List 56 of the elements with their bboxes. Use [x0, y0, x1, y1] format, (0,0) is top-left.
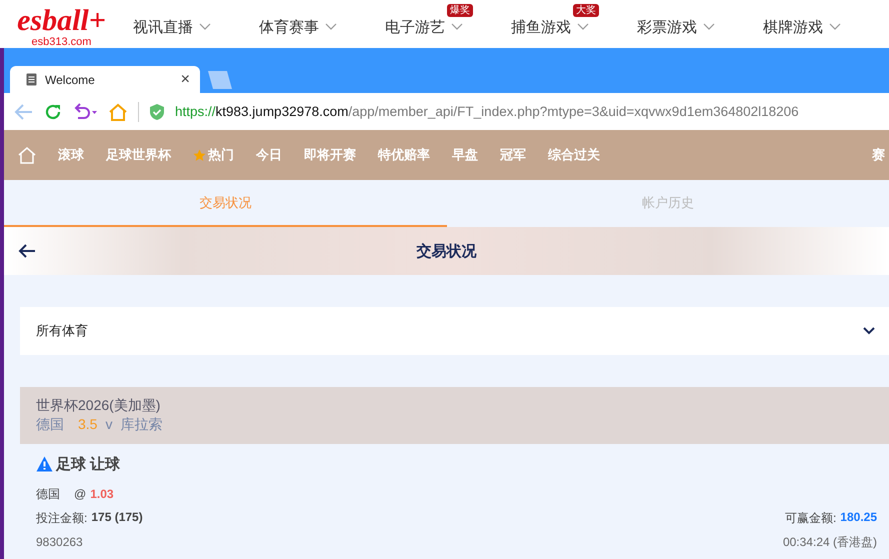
ticket-number: 9830263 — [36, 535, 83, 549]
site-nav-item[interactable]: 彩票游戏 — [637, 18, 763, 36]
stake-label: 投注金额: — [36, 510, 88, 526]
page-icon — [26, 73, 37, 86]
win-value: 180.25 — [840, 510, 877, 526]
chevron-icon — [199, 23, 211, 31]
team-name: 德国 — [36, 416, 64, 434]
sports-nav-item[interactable]: 热门 — [193, 146, 234, 164]
site-nav-item[interactable]: 棋牌游戏 — [763, 18, 889, 36]
stake-value: 175 (175) — [91, 510, 143, 526]
sports-nav-item[interactable]: 足球世界杯 — [106, 146, 171, 164]
chevron-icon — [863, 327, 875, 335]
sports-nav-item[interactable]: 早盘 — [452, 146, 478, 164]
close-tab-button[interactable]: × — [180, 70, 190, 88]
handicap-line: 3.5 — [78, 416, 98, 434]
url-field[interactable]: https://kt983.jump32978.com/app/member_api/FT_index.php?mtype=3&uid=xqvwx9d1em364802l18206 — [175, 104, 799, 119]
sports-nav-item[interactable]: 综合过关 — [548, 146, 600, 164]
chevron-icon — [829, 23, 841, 31]
sports-nav-item[interactable]: 冠军 — [500, 146, 526, 164]
chevron-icon — [451, 23, 463, 31]
chevron-icon — [577, 23, 589, 31]
tab-title: Welcome — [45, 72, 96, 86]
shield-icon — [149, 102, 165, 120]
home-icon[interactable] — [108, 102, 128, 120]
page-title: 交易状况 — [416, 242, 478, 260]
new-tab-button[interactable] — [206, 71, 234, 89]
warning-icon — [36, 456, 53, 472]
site-nav-item[interactable]: 体育赛事 — [259, 18, 385, 36]
bet-time: 00:34:24 (香港盘) — [782, 534, 877, 550]
promo-badge: 爆奖 — [447, 4, 473, 16]
sports-nav-item[interactable]: 赛 — [872, 146, 885, 164]
back-icon[interactable] — [14, 102, 34, 120]
team-name: 库拉索 — [120, 416, 162, 434]
at-sign: @ — [74, 487, 86, 501]
league-name: 世界杯2026(美加墨) — [36, 397, 162, 415]
chevron-icon — [703, 23, 715, 31]
odds-value: 1.03 — [90, 487, 114, 501]
sport-select[interactable]: 所有体育 — [20, 307, 889, 355]
site-logo[interactable]: esball+ — [17, 6, 106, 36]
versus-label: v — [105, 416, 112, 434]
browser-tab[interactable]: Welcome × — [10, 66, 200, 93]
site-domain: esb313.com — [32, 36, 92, 48]
sports-nav-item[interactable]: 滚球 — [58, 146, 84, 164]
chevron-icon — [325, 23, 337, 31]
site-nav-item[interactable]: 视讯直播 — [133, 18, 259, 36]
star-icon — [193, 148, 206, 162]
pick-team: 德国 — [36, 486, 60, 502]
undo-icon[interactable] — [72, 102, 98, 120]
promo-badge: 大奖 — [573, 4, 599, 16]
back-arrow-icon[interactable] — [18, 244, 36, 258]
bet-type: 足球 让球 — [56, 454, 120, 474]
sports-nav-item[interactable]: 即将开赛 — [304, 146, 356, 164]
sports-nav-item[interactable]: 特优赔率 — [378, 146, 430, 164]
sports-nav-item[interactable]: 今日 — [256, 146, 282, 164]
refresh-icon[interactable] — [44, 102, 62, 120]
win-label: 可赢金额: — [784, 510, 836, 526]
